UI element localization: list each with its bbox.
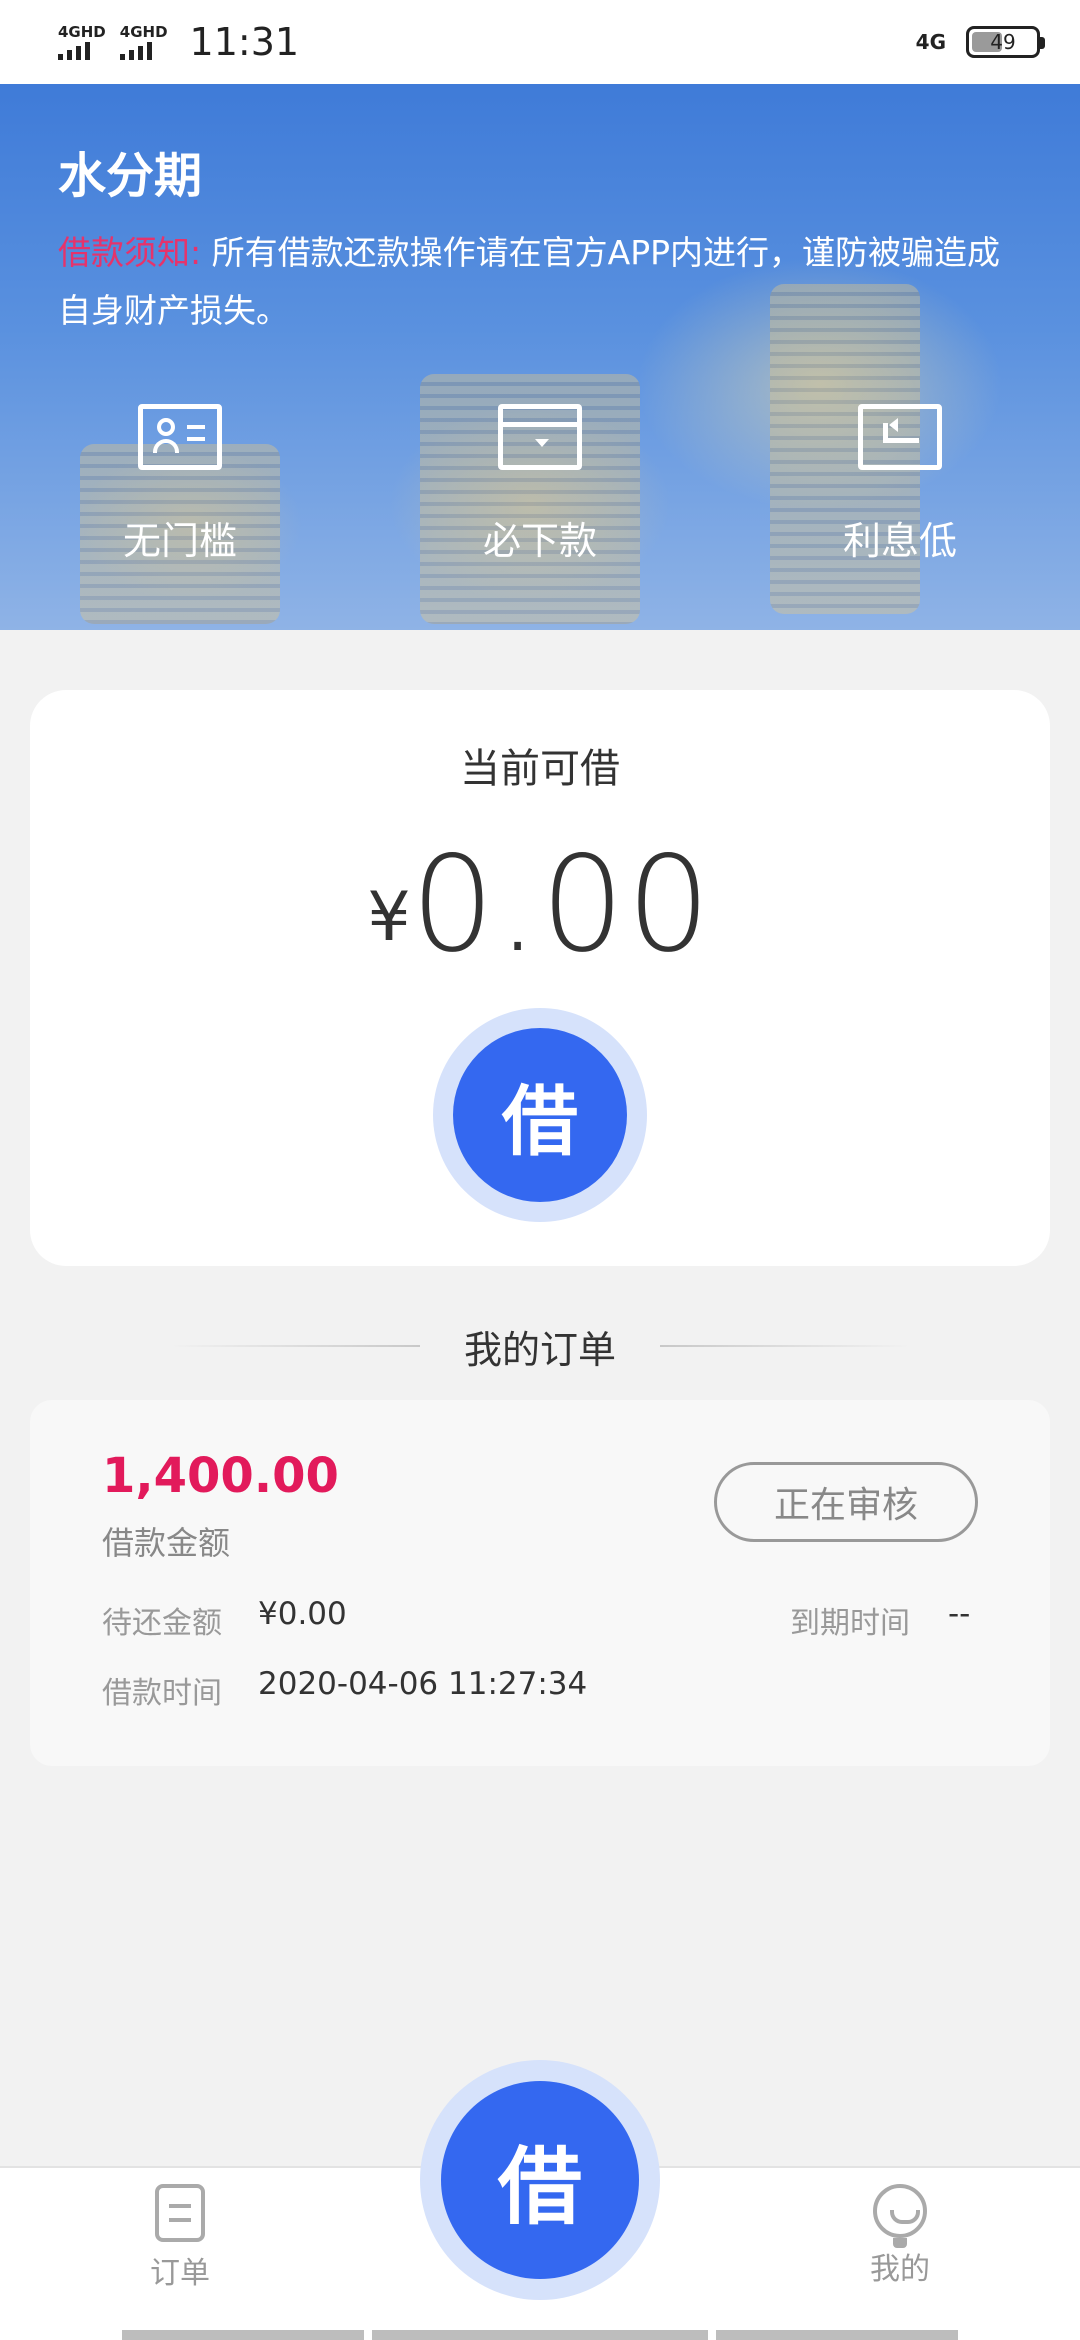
divider xyxy=(660,1345,910,1347)
available-loan-title: 当前可借 xyxy=(460,746,620,792)
return-icon xyxy=(858,404,942,470)
orders-section-heading: 我的订单 xyxy=(0,1318,1080,1374)
nav-orders[interactable]: 订单 xyxy=(100,2168,260,2308)
due-time-label: 到期时间 xyxy=(790,1606,910,1641)
network-label-1: 4GHD xyxy=(58,23,106,41)
currency-symbol: ¥ xyxy=(367,878,411,957)
app-title: 水分期 xyxy=(58,148,203,204)
available-loan-amount: ¥0.00 xyxy=(30,828,1050,982)
feature-guaranteed: 必下款 xyxy=(360,404,720,565)
gesture-bar xyxy=(716,2330,958,2340)
network-label-2: 4GHD xyxy=(119,23,168,41)
loan-time-value: 2020-04-06 11:27:34 xyxy=(258,1666,588,1702)
available-loan-card: 当前可借 ¥0.00 借 xyxy=(30,690,1050,1266)
gesture-bar xyxy=(122,2330,364,2340)
pending-amount-value: ¥0.00 xyxy=(258,1596,347,1632)
card-icon xyxy=(498,404,582,470)
center-borrow-button[interactable]: 借 xyxy=(420,2060,660,2300)
feature-label: 必下款 xyxy=(482,519,597,563)
status-bar: 4GHD 4GHD 11:31 4G 49 xyxy=(0,0,1080,84)
profile-icon xyxy=(873,2184,927,2248)
battery-level: 49 xyxy=(990,30,1016,54)
order-amount-label: 借款金额 xyxy=(102,1524,231,1562)
signal-2-icon: 4GHD xyxy=(119,23,168,60)
status-right: 4G 49 xyxy=(915,26,1045,58)
due-time-value: -- xyxy=(948,1596,971,1632)
order-amount: 1,400.00 xyxy=(102,1448,339,1504)
orders-heading-text: 我的订单 xyxy=(463,1327,616,1372)
feature-label: 利息低 xyxy=(842,519,957,563)
header-banner: 水分期 借款须知: 所有借款还款操作请在官方APP内进行，谨防被骗造成自身财产损… xyxy=(0,84,1080,630)
feature-label: 无门槛 xyxy=(122,519,237,563)
divider xyxy=(169,1345,420,1347)
gesture-bar xyxy=(372,2330,708,2340)
nav-me-label: 我的 xyxy=(870,2252,930,2287)
order-list-icon xyxy=(155,2184,205,2242)
data-network-icon: 4G xyxy=(915,30,946,54)
amount-value: 0.00 xyxy=(410,828,713,982)
borrow-button-label: 借 xyxy=(453,1028,627,1202)
nav-me[interactable]: 我的 xyxy=(820,2168,980,2308)
nav-orders-label: 订单 xyxy=(150,2256,210,2291)
notice-text: 借款须知: 所有借款还款操作请在官方APP内进行，谨防被骗造成自身财产损失。 xyxy=(58,224,1028,340)
feature-row: 无门槛 必下款 利息低 xyxy=(0,404,1080,565)
loan-time-label: 借款时间 xyxy=(102,1676,222,1711)
feature-low-interest: 利息低 xyxy=(720,404,1080,565)
signal-1-icon: 4GHD xyxy=(58,24,106,60)
battery-icon: 49 xyxy=(966,26,1045,58)
borrow-button[interactable]: 借 xyxy=(433,1008,647,1222)
notice-label: 借款须知: xyxy=(58,233,202,272)
center-borrow-label: 借 xyxy=(441,2081,639,2279)
status-left: 4GHD 4GHD 11:31 xyxy=(58,20,299,64)
feature-no-threshold: 无门槛 xyxy=(0,404,360,565)
pending-amount-label: 待还金额 xyxy=(102,1606,222,1641)
order-card[interactable]: 1,400.00 借款金额 正在审核 待还金额 ¥0.00 到期时间 -- 借款… xyxy=(30,1400,1050,1766)
id-card-icon xyxy=(138,404,222,470)
clock: 11:31 xyxy=(189,20,300,64)
order-status-badge: 正在审核 xyxy=(714,1462,978,1542)
